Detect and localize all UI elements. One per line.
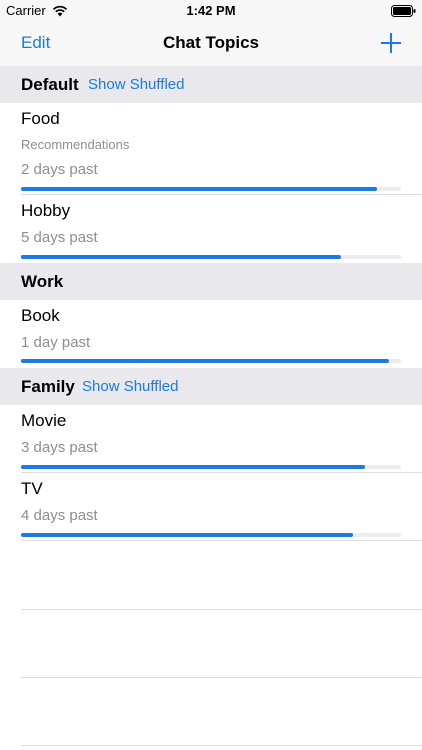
topic-row-movie[interactable]: Movie 3 days past [0, 405, 422, 473]
topic-subtitle: Recommendations [21, 137, 130, 152]
section-header-work: Work [0, 263, 422, 300]
add-topic-button[interactable] [380, 32, 402, 54]
battery-icon [391, 5, 416, 17]
progress-bar [21, 533, 401, 537]
page-title: Chat Topics [162, 33, 260, 52]
topic-days: 5 days past [21, 229, 98, 246]
progress-fill [21, 465, 365, 469]
progress-fill [21, 255, 341, 259]
section-title: Family [21, 377, 75, 396]
empty-row-divider [21, 677, 422, 678]
topic-title: Movie [21, 411, 67, 430]
topic-row-food[interactable]: Food Recommendations 2 days past [0, 103, 422, 195]
empty-row-divider [21, 609, 422, 610]
section-title: Default [21, 75, 79, 94]
progress-bar [21, 359, 401, 363]
topic-row-hobby[interactable]: Hobby 5 days past [0, 195, 422, 263]
progress-bar [21, 255, 401, 259]
section-header-family: Family Show Shuffled [0, 368, 422, 405]
progress-fill [21, 533, 354, 537]
row-divider [21, 540, 422, 541]
section-title: Work [21, 272, 64, 291]
topic-days: 2 days past [21, 161, 98, 178]
navigation-bar: Edit Chat Topics [0, 22, 422, 67]
topic-days: 3 days past [21, 439, 98, 456]
topic-days: 4 days past [21, 507, 98, 524]
topic-title: TV [21, 479, 43, 498]
topic-row-book[interactable]: Book 1 day past [0, 300, 422, 368]
topic-days: 1 day past [21, 334, 91, 351]
topic-title: Book [21, 306, 60, 325]
status-time: 1:42 PM [186, 3, 236, 18]
progress-bar [21, 465, 401, 469]
progress-fill [21, 359, 389, 363]
status-bar: Carrier 1:42 PM [0, 0, 422, 22]
plus-icon [381, 33, 401, 53]
topic-title: Hobby [21, 201, 71, 220]
empty-row-divider [21, 745, 422, 746]
show-shuffled-button[interactable]: Show Shuffled [88, 76, 184, 93]
topic-title: Food [21, 109, 60, 128]
progress-fill [21, 187, 378, 191]
progress-bar [21, 187, 401, 191]
section-header-default: Default Show Shuffled [0, 66, 422, 103]
topic-row-tv[interactable]: TV 4 days past [0, 473, 422, 541]
show-shuffled-button[interactable]: Show Shuffled [82, 378, 178, 395]
